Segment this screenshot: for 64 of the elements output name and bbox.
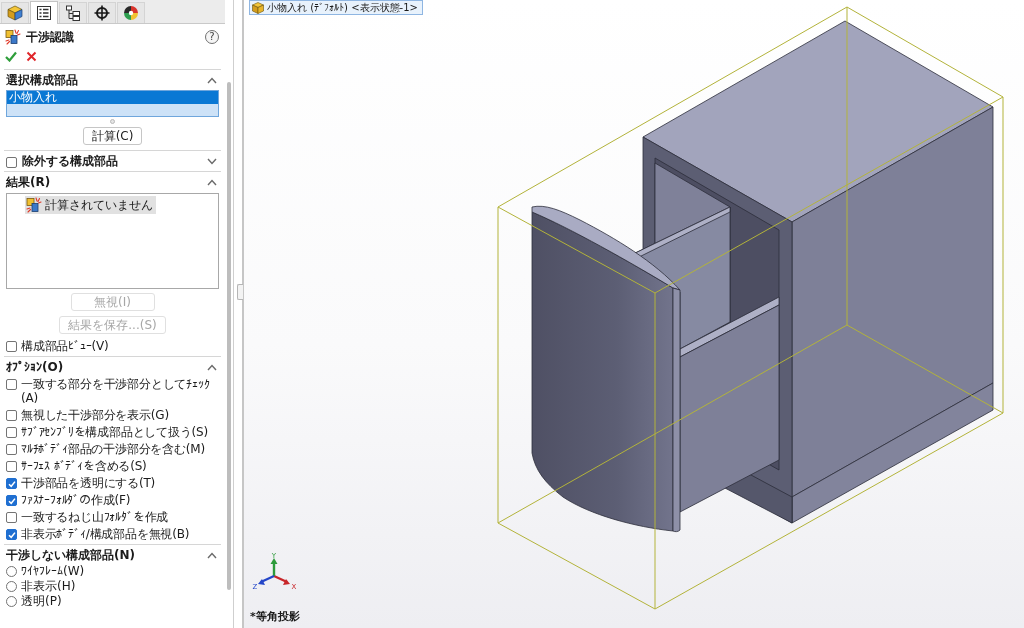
view-name: *等角投影 xyxy=(250,610,300,623)
chevron-up-icon[interactable] xyxy=(207,363,217,371)
radio-label[interactable]: ﾜｲﾔﾌﾚｰﾑ(W) xyxy=(21,564,85,578)
crosshair-icon xyxy=(94,5,110,21)
tree-icon xyxy=(65,5,81,21)
radio-button[interactable] xyxy=(6,566,17,577)
chevron-down-icon[interactable] xyxy=(207,157,217,165)
checkbox-label[interactable]: 一致する部分を干渉部分としてﾁｪｯｸ(A) xyxy=(21,377,219,405)
results-list[interactable]: 計算されていません xyxy=(6,193,219,289)
interference-icon xyxy=(26,197,42,213)
section-heading: 選択構成部品 xyxy=(6,73,79,87)
cube-icon xyxy=(7,5,23,21)
color-wheel-icon xyxy=(123,5,139,21)
checkbox-label[interactable]: 無視した干渉部分を表示(G) xyxy=(21,408,169,422)
panel-tab[interactable] xyxy=(59,2,87,23)
checkbox[interactable] xyxy=(6,341,17,352)
checkbox-label[interactable]: 構成部品ﾋﾞｭｰ(V) xyxy=(21,339,109,353)
section-heading: 干渉しない構成部品(N) xyxy=(6,548,136,562)
checkbox-label[interactable]: ｻｰﾌｪｽ ﾎﾞﾃﾞｨを含める(S) xyxy=(21,459,147,473)
checkbox[interactable] xyxy=(6,156,17,168)
chevron-up-icon[interactable] xyxy=(207,178,217,186)
cross-icon[interactable] xyxy=(26,51,37,62)
calculate-button[interactable]: 計算(C) xyxy=(82,127,143,145)
result-item[interactable]: 計算されていません xyxy=(25,196,156,214)
checkbox[interactable] xyxy=(6,410,17,421)
checkbox[interactable] xyxy=(6,512,17,523)
interference-icon xyxy=(5,29,21,45)
section-heading: ｵﾌﾟｼｮﾝ(O) xyxy=(6,360,65,374)
checkbox-label[interactable]: 非表示ﾎﾞﾃﾞｨ/構成部品を無視(B) xyxy=(21,527,190,541)
radio-button[interactable] xyxy=(6,581,17,592)
check-icon[interactable] xyxy=(5,51,17,62)
checkbox[interactable] xyxy=(6,444,17,455)
checkbox-label[interactable]: 干渉部品を透明にする(T) xyxy=(21,476,156,490)
checkbox[interactable] xyxy=(6,379,17,390)
panel-title: 干渉認識 xyxy=(26,30,75,44)
help-button[interactable]: ? xyxy=(205,30,219,44)
cabinet-drawing[interactable] xyxy=(531,20,994,533)
scrollbar-thumb[interactable] xyxy=(227,82,231,590)
radio-button[interactable] xyxy=(6,596,17,607)
list-item[interactable]: 小物入れ xyxy=(7,91,218,104)
tree-item[interactable]: 小物入れ (ﾃﾞﾌｫﾙﾄ) <表示状態-1> xyxy=(249,0,423,15)
checkbox[interactable] xyxy=(6,478,17,489)
assembly-icon xyxy=(252,1,264,14)
chevron-up-icon[interactable] xyxy=(207,551,217,559)
panel-tab[interactable] xyxy=(30,1,58,24)
checkbox-label[interactable]: ｻﾌﾞｱｾﾝﾌﾞﾘを構成部品として扱う(S) xyxy=(21,425,208,439)
list-icon xyxy=(36,5,52,21)
resize-grip-icon[interactable] xyxy=(110,119,115,124)
selection-box[interactable]: 小物入れ xyxy=(6,90,219,117)
panel-tab[interactable] xyxy=(117,2,145,23)
checkbox[interactable] xyxy=(6,461,17,472)
radio-label[interactable]: 非表示(H) xyxy=(21,579,76,593)
checkbox-label[interactable]: 一致するねじ山ﾌｫﾙﾀﾞを作成 xyxy=(21,510,169,524)
radio-label[interactable]: 透明(P) xyxy=(21,594,62,608)
section-heading: 結果(R) xyxy=(6,175,52,189)
checkbox[interactable] xyxy=(6,495,17,506)
checkbox-label[interactable]: ﾏﾙﾁﾎﾞﾃﾞｨ部品の干渉部分を含む(M) xyxy=(21,442,205,456)
chevron-up-icon[interactable] xyxy=(207,76,217,84)
panel-tab[interactable] xyxy=(88,2,116,23)
collapse-handle[interactable] xyxy=(237,284,243,300)
section-heading: 除外する構成部品 xyxy=(22,154,119,168)
checkbox[interactable] xyxy=(6,529,17,540)
checkbox[interactable] xyxy=(6,427,17,438)
checkbox-label[interactable]: ﾌｧｽﾅｰﾌｫﾙﾀﾞの作成(F) xyxy=(21,493,131,507)
